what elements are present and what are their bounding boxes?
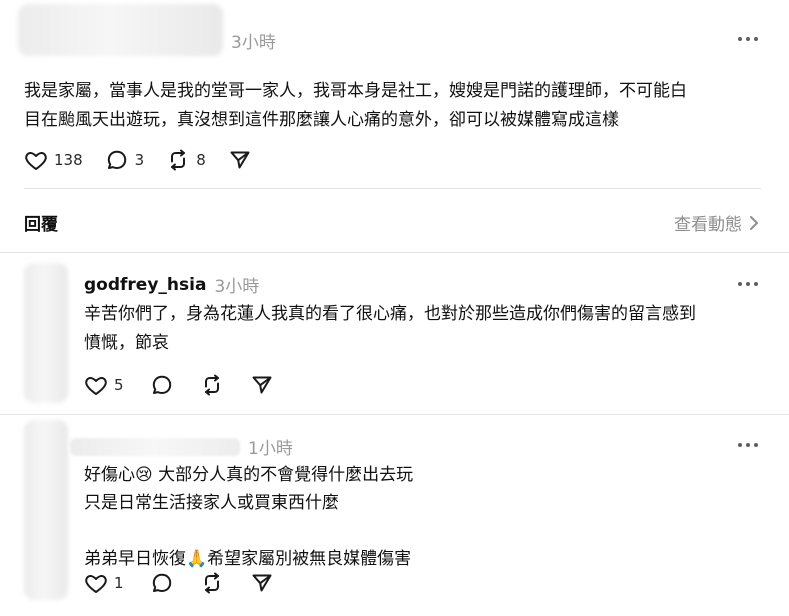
reply-actions: 5 [84,373,274,397]
repost-button[interactable] [200,373,224,397]
thread-view: 3小時 我是家屬，當事人是我的堂哥一家人，我哥本身是社工，嫂嫂是門諾的護理師，不… [0,0,789,616]
post-actions: 138 3 8 [24,148,252,172]
reply-button[interactable] [150,571,174,595]
like-button[interactable]: 138 [24,148,83,172]
top-post-meta: 3小時 [231,28,276,53]
more-icon[interactable] [737,436,759,454]
repost-icon [200,373,224,397]
chevron-right-icon [749,215,759,231]
heart-icon [84,571,108,595]
like-count: 1 [114,574,124,592]
share-icon [250,571,274,595]
heart-icon [84,373,108,397]
comment-icon [150,571,174,595]
reply-meta: godfrey_hsia 3小時 [84,272,260,298]
repost-icon [200,571,224,595]
comment-icon [150,373,174,397]
replies-divider [0,252,789,253]
repost-icon [166,148,190,172]
like-button[interactable]: 1 [84,571,124,595]
view-activity-label: 查看動態 [674,215,742,235]
reply-divider [0,414,789,415]
like-count: 5 [114,376,124,394]
comment-icon [105,148,129,172]
more-icon[interactable] [737,30,759,48]
reply-button[interactable] [150,373,174,397]
like-count: 138 [54,151,83,169]
more-icon[interactable] [737,275,759,293]
reply-username[interactable]: godfrey_hsia [84,275,206,295]
avatar [24,263,68,403]
reply-time: 3小時 [214,277,260,297]
section-divider [24,188,761,189]
avatar [18,4,223,56]
reply-body: 辛苦你們了，身為花蓮人我真的看了很心痛，也對於那些造成你們傷害的留言感到 憤慨，… [84,304,696,353]
post-body: 我是家屬，當事人是我的堂哥一家人，我哥本身是社工，嫂嫂是門諾的護理師，不可能白 … [24,81,687,130]
share-icon [250,373,274,397]
repost-button[interactable] [200,571,224,595]
repost-button[interactable]: 8 [166,148,206,172]
reply-actions: 1 [84,571,274,595]
share-button[interactable] [250,571,274,595]
reply-count: 3 [134,151,145,169]
avatar [24,420,68,600]
reply-button[interactable]: 3 [105,148,145,172]
reply-username[interactable] [70,437,240,456]
like-button[interactable]: 5 [84,373,124,397]
section-title: 回覆 [24,215,58,235]
reply-time: 1小時 [248,439,293,459]
share-button[interactable] [250,373,274,397]
share-icon [228,148,252,172]
repost-count: 8 [196,151,206,169]
reply-body: 好傷心😢 大部分人真的不會覺得什麼出去玩 只是日常生活接家人或買東西什麼 弟弟早… [84,465,414,569]
reply-meta: 1小時 [70,434,293,459]
heart-icon [24,148,48,172]
share-button[interactable] [228,148,252,172]
post-time: 3小時 [231,33,276,53]
view-activity-link[interactable]: 查看動態 [674,210,759,235]
